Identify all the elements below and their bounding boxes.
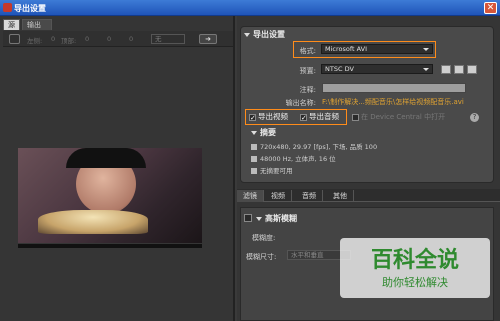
export-settings-header[interactable]: 导出设置 (244, 29, 285, 40)
crop-left-value[interactable]: 0 (51, 35, 55, 43)
preset-select[interactable]: NTSC DV (321, 64, 433, 74)
tab-video[interactable]: 视频 (265, 190, 292, 202)
preview-fur-image (38, 210, 148, 234)
device-central-label: 在 Device Central 中打开 (361, 113, 446, 121)
tab-audio[interactable]: 音频 (296, 190, 323, 202)
checkbox-empty-icon (352, 113, 359, 121)
timeline-bar[interactable] (18, 244, 202, 248)
save-preset-icon[interactable] (441, 65, 451, 74)
title-bar (0, 0, 500, 16)
gaussian-blur-title: 高斯模糊 (265, 214, 297, 223)
summary-audio-text: 48000 Hz, 立体声, 16 位 (260, 155, 336, 163)
tab-other[interactable]: 其他 (327, 190, 354, 202)
disclosure-triangle-icon (244, 32, 250, 37)
export-settings-title: 导出设置 (253, 30, 285, 39)
blur-dimension-label: 模糊尺寸: (246, 253, 277, 261)
tab-filter[interactable]: 滤镜 (237, 190, 264, 202)
summary-none-line: 无摘要可用 (251, 165, 293, 175)
checkmark-icon: ✓ (300, 113, 307, 122)
crop-icon[interactable] (9, 34, 20, 44)
preset-value: NTSC DV (325, 65, 354, 73)
summary-header[interactable]: 摘要 (251, 127, 276, 138)
preset-label: 预置: (299, 67, 316, 75)
tab-source[interactable]: 源 (3, 19, 20, 30)
output-name-link[interactable]: F:\制作解决...频配音乐\怎样给视频配音乐.avi (322, 97, 464, 107)
chevron-down-icon (423, 68, 429, 71)
delete-preset-icon[interactable] (467, 65, 477, 74)
summary-video-text: 720x480, 29.97 [fps], 下场, 品质 100 (260, 143, 378, 151)
crop-top-value[interactable]: 0 (85, 35, 89, 43)
video-icon (251, 144, 257, 150)
watermark: 百科全说 助你轻松解决 (340, 238, 490, 298)
crop-right-value[interactable]: 0 (107, 35, 111, 43)
device-central-checkbox[interactable]: 在 Device Central 中打开 (352, 112, 445, 122)
filter-enable-checkbox[interactable] (244, 214, 252, 222)
crop-left-label: 左侧: (27, 37, 43, 45)
crop-ratio-dropdown[interactable]: 无 (151, 34, 185, 44)
export-video-label: 导出视频 (258, 112, 288, 121)
crop-toolbar: 左侧: 0 顶部: 0 0 0 无 ➜ (3, 31, 233, 47)
summary-none-text: 无摘要可用 (260, 167, 293, 175)
comment-label: 注释: (299, 86, 316, 94)
export-audio-label: 导出音频 (309, 112, 339, 121)
summary-video-line: 720x480, 29.97 [fps], 下场, 品质 100 (251, 141, 377, 151)
help-icon[interactable]: ? (470, 113, 479, 122)
gaussian-blur-header[interactable]: 高斯模糊 (256, 213, 297, 224)
import-preset-icon[interactable] (454, 65, 464, 74)
crop-top-label: 顶部: (61, 37, 77, 45)
summary-title: 摘要 (260, 128, 276, 137)
watermark-subtitle: 助你轻松解决 (382, 276, 448, 289)
checkmark-icon: ✓ (249, 113, 256, 122)
info-icon (251, 168, 257, 174)
close-button[interactable]: ✕ (484, 2, 497, 14)
preview-hair-image (66, 148, 146, 168)
blurriness-label: 模糊度: (252, 234, 276, 242)
crop-scale-button[interactable]: ➜ (199, 34, 217, 44)
output-name-label: 输出名称: (285, 99, 316, 107)
disclosure-triangle-icon (251, 130, 257, 135)
format-highlight (293, 41, 436, 58)
tab-output[interactable]: 输出 (22, 19, 52, 30)
app-icon (3, 3, 12, 12)
export-video-checkbox[interactable]: ✓ 导出视频 (249, 111, 288, 122)
export-audio-checkbox[interactable]: ✓ 导出音频 (300, 111, 339, 122)
disclosure-triangle-icon (256, 216, 262, 221)
crop-bottom-value[interactable]: 0 (129, 35, 133, 43)
video-preview (18, 148, 202, 243)
window-title: 导出设置 (14, 4, 46, 13)
comment-input[interactable] (322, 83, 466, 93)
summary-audio-line: 48000 Hz, 立体声, 16 位 (251, 153, 336, 163)
watermark-title: 百科全说 (370, 248, 459, 273)
audio-icon (251, 156, 257, 162)
